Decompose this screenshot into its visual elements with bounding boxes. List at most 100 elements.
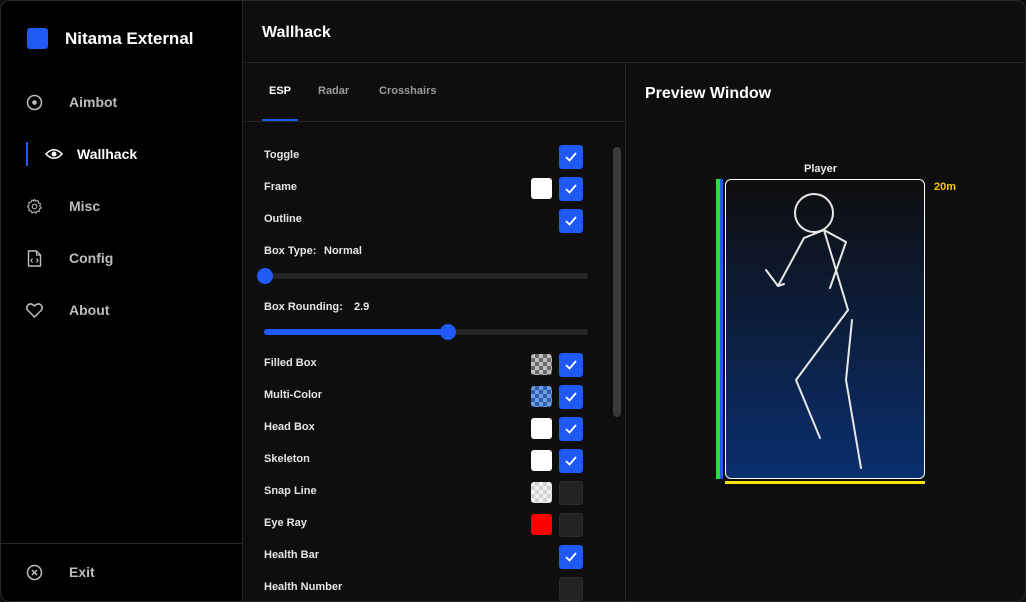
skeleton-checkbox[interactable] xyxy=(559,449,583,473)
sidebar-item-aimbot[interactable]: Aimbot xyxy=(1,87,242,117)
health-number-row: Health Number xyxy=(264,577,584,601)
active-indicator xyxy=(26,142,28,166)
scrollbar[interactable] xyxy=(613,147,621,417)
box-type-slider[interactable] xyxy=(257,268,588,284)
preview-title: Preview Window xyxy=(645,85,772,102)
tab-esp[interactable]: ESP xyxy=(269,85,291,97)
toggle-label: Toggle xyxy=(264,149,300,161)
health-number-checkbox[interactable] xyxy=(559,577,583,601)
brand: Nitama External xyxy=(27,28,194,49)
close-circle-icon xyxy=(25,563,43,581)
checkmark-icon xyxy=(565,184,577,194)
checkmark-icon xyxy=(565,552,577,562)
esp-box xyxy=(725,179,925,479)
health-number-label: Health Number xyxy=(264,581,343,593)
head-box-checkbox[interactable] xyxy=(559,417,583,441)
header: Wallhack xyxy=(243,1,1025,63)
box-rounding-value: 2.9 xyxy=(354,301,370,313)
box-rounding-label: Box Rounding: xyxy=(264,301,343,313)
sidebar-item-label: Aimbot xyxy=(69,94,118,110)
exit-label: Exit xyxy=(69,564,95,580)
eye-ray-checkbox[interactable] xyxy=(559,513,583,537)
outline-label: Outline xyxy=(264,213,302,225)
exit-button[interactable]: Exit xyxy=(1,557,242,587)
sidebar-item-about[interactable]: About xyxy=(1,295,242,325)
heart-icon xyxy=(25,301,43,319)
sidebar-divider xyxy=(1,543,242,544)
snap-line xyxy=(725,481,925,484)
tab-bar: ESP Radar Crosshairs xyxy=(243,63,625,122)
sidebar: Nitama External Aimbot Wallhack Misc Con… xyxy=(1,1,243,601)
slider-fill xyxy=(264,329,448,335)
head-box-color-swatch[interactable] xyxy=(531,418,552,439)
sidebar-item-wallhack[interactable]: Wallhack xyxy=(1,139,242,169)
frame-color-swatch[interactable] xyxy=(531,178,552,199)
checkmark-icon xyxy=(565,424,577,434)
snap-line-checkbox[interactable] xyxy=(559,481,583,505)
armor-bar xyxy=(720,179,723,479)
brand-name: Nitama External xyxy=(65,28,194,48)
skeleton-color-swatch[interactable] xyxy=(531,450,552,471)
player-name-label: Player xyxy=(804,163,838,175)
health-bar-checkbox[interactable] xyxy=(559,545,583,569)
eye-ray-row: Eye Ray xyxy=(264,513,584,537)
filled-box-checkbox[interactable] xyxy=(559,353,583,377)
eye-ray-color-swatch[interactable] xyxy=(531,514,552,535)
tab-radar[interactable]: Radar xyxy=(318,85,349,97)
multi-color-checkbox[interactable] xyxy=(559,385,583,409)
skeleton-row: Skeleton xyxy=(264,449,584,473)
box-rounding-slider[interactable] xyxy=(264,324,588,340)
checkmark-icon xyxy=(565,392,577,402)
outline-row: Outline xyxy=(264,209,584,233)
multi-color-swatch[interactable] xyxy=(531,386,552,407)
multi-color-label: Multi-Color xyxy=(264,389,323,401)
filled-box-label: Filled Box xyxy=(264,357,317,369)
filled-box-color-swatch[interactable] xyxy=(531,354,552,375)
esp-settings-panel: ESP Radar Crosshairs Toggle Frame Outlin… xyxy=(243,63,626,601)
sidebar-item-label: About xyxy=(69,302,110,318)
active-tab-indicator xyxy=(262,119,298,121)
file-code-icon xyxy=(25,249,43,267)
box-rounding-row: Box Rounding: 2.9 xyxy=(264,297,584,321)
toggle-row: Toggle xyxy=(264,145,584,169)
health-bar-label: Health Bar xyxy=(264,549,320,561)
snap-line-label: Snap Line xyxy=(264,485,317,497)
preview-panel: Preview Window Player 20m xyxy=(627,63,1025,601)
target-icon xyxy=(25,93,43,111)
skeleton-figure xyxy=(765,193,862,469)
app-window: Nitama External Aimbot Wallhack Misc Con… xyxy=(0,0,1026,602)
sidebar-item-label: Misc xyxy=(69,198,101,214)
box-type-value: Normal xyxy=(324,245,362,257)
box-type-label: Box Type: xyxy=(264,245,317,257)
outline-checkbox[interactable] xyxy=(559,209,583,233)
sidebar-item-label: Config xyxy=(69,250,114,266)
eye-icon xyxy=(45,145,63,163)
checkmark-icon xyxy=(565,216,577,226)
snap-line-row: Snap Line xyxy=(264,481,584,505)
toggle-checkbox[interactable] xyxy=(559,145,583,169)
sidebar-item-misc[interactable]: Misc xyxy=(1,191,242,221)
skeleton-label: Skeleton xyxy=(264,453,310,465)
health-bar-row: Health Bar xyxy=(264,545,584,569)
checkmark-icon xyxy=(565,152,577,162)
checkmark-icon xyxy=(565,456,577,466)
sidebar-item-label: Wallhack xyxy=(77,146,138,162)
checkmark-icon xyxy=(565,360,577,370)
frame-label: Frame xyxy=(264,181,298,193)
eye-ray-label: Eye Ray xyxy=(264,517,307,529)
frame-checkbox[interactable] xyxy=(559,177,583,201)
gear-icon xyxy=(25,197,43,215)
snap-line-color-swatch[interactable] xyxy=(531,482,552,503)
page-title: Wallhack xyxy=(262,24,331,41)
slider-thumb[interactable] xyxy=(257,268,273,284)
head-box-label: Head Box xyxy=(264,421,315,433)
multi-color-row: Multi-Color xyxy=(264,385,584,409)
filled-box-row: Filled Box xyxy=(264,353,584,377)
frame-row: Frame xyxy=(264,177,584,201)
box-type-row: Box Type: Normal xyxy=(264,241,584,265)
tab-crosshairs[interactable]: Crosshairs xyxy=(379,85,436,97)
head-box-row: Head Box xyxy=(264,417,584,441)
sidebar-item-config[interactable]: Config xyxy=(1,243,242,273)
slider-thumb[interactable] xyxy=(440,324,456,340)
brand-logo xyxy=(27,28,48,49)
